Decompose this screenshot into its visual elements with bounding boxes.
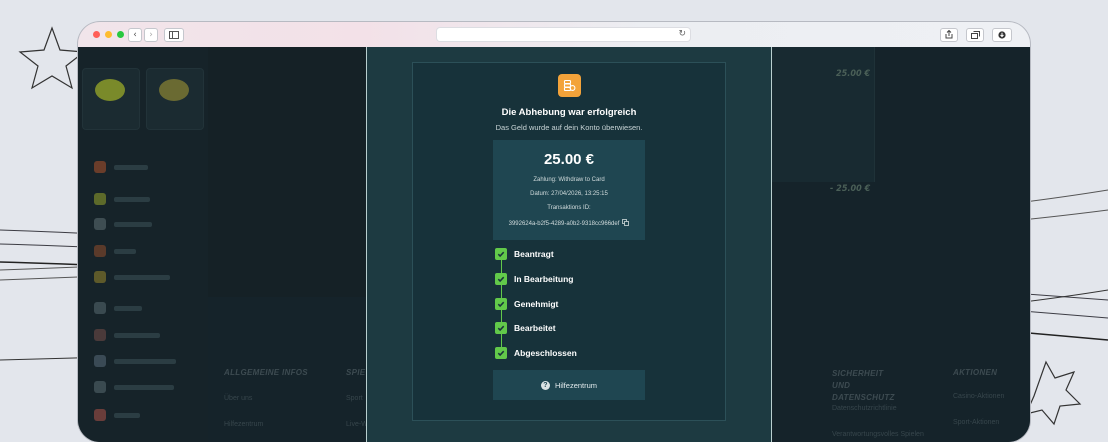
share-icon[interactable]	[940, 28, 958, 42]
chevron-right-icon[interactable]: ›	[144, 28, 158, 42]
help-center-label: Hilfezentrum	[554, 380, 598, 390]
nav-icon	[94, 355, 106, 367]
footer-link[interactable]: Datenschutzrichtlinie	[832, 405, 897, 412]
status-timeline: Beantragt In Bearbeitung Genehmigt Bearb…	[495, 248, 695, 368]
step-label: Bearbeitet	[514, 323, 556, 333]
transaction-id-row: 3992624a-b2f5-4289-a0b2-9318cc966def	[493, 219, 645, 228]
sidebar-icon[interactable]	[164, 28, 184, 42]
chevron-left-icon[interactable]: ‹	[128, 28, 142, 42]
footer-link[interactable]: Sport	[346, 395, 363, 402]
nav-icon	[94, 245, 106, 257]
nav-label	[114, 359, 176, 364]
step-label: Genehmigt	[514, 299, 559, 309]
browser-window: ‹ › ↻ ALLGEMEINE INFOS Über uns Hilfezen…	[78, 22, 1030, 442]
close-window-button[interactable]	[93, 31, 100, 38]
withdrawal-modal-overlay: Die Abhebung war erfolgreich Das Geld wu…	[366, 47, 772, 442]
sidebar-item[interactable]	[78, 349, 208, 373]
minimize-window-button[interactable]	[105, 31, 112, 38]
transaction-amount: 25.00 €	[836, 69, 871, 79]
sidebar-item[interactable]	[78, 403, 208, 427]
sidebar-item[interactable]	[78, 323, 208, 347]
browser-toolbar: ‹ › ↻	[78, 22, 1030, 47]
nav-icon	[94, 271, 106, 283]
nav-label	[114, 275, 170, 280]
footer-link[interactable]: Casino-Aktionen	[953, 393, 1004, 400]
check-icon	[495, 273, 507, 285]
sidebar-item[interactable]	[78, 375, 208, 399]
right-panel: 25.00 € - 25.00 € SICHERHEIT UND DATENSC…	[770, 47, 1030, 442]
nav-label	[114, 222, 152, 227]
nav-icon	[94, 409, 106, 421]
tabs-icon[interactable]	[966, 28, 984, 42]
payment-method: Zahlung: Withdraw to Card	[533, 177, 605, 183]
help-center-button[interactable]: ? Hilfezentrum	[493, 370, 645, 400]
transaction-details-card: 25.00 € Zahlung: Withdraw to Card Datum:…	[493, 140, 645, 240]
address-bar[interactable]: ↻	[437, 28, 690, 41]
withdrawal-success-dialog: Die Abhebung war erfolgreich Das Geld wu…	[412, 62, 726, 421]
footer-column-title: SPIE	[346, 368, 366, 377]
nav-icon	[94, 218, 106, 230]
nav-label	[114, 333, 160, 338]
sidebar	[78, 47, 208, 442]
transaction-amount: - 25.00 €	[830, 184, 871, 194]
dialog-title: Die Abhebung war erfolgreich	[501, 107, 637, 118]
footer-link[interactable]: Hilfezentrum	[224, 421, 263, 428]
step-label: Abgeschlossen	[514, 348, 577, 358]
transaction-card	[770, 47, 875, 182]
sidebar-item[interactable]	[78, 265, 208, 289]
nav-icon	[94, 302, 106, 314]
transaction-id: 3992624a-b2f5-4289-a0b2-9318cc966def	[508, 221, 620, 228]
footer-link[interactable]: Verantwortungsvolles Spielen	[832, 431, 924, 438]
dialog-subtitle: Das Geld wurde auf dein Konto überwiesen…	[495, 123, 643, 132]
footer-link[interactable]: Sport-Aktionen	[953, 419, 999, 426]
nav-label	[114, 385, 174, 390]
footer-left: ALLGEMEINE INFOS Über uns Hilfezentrum S…	[208, 297, 368, 442]
footer-link[interactable]: Über uns	[224, 395, 252, 402]
promo-card-sport[interactable]	[146, 68, 204, 130]
nav-icon	[94, 329, 106, 341]
nav-label	[114, 165, 148, 170]
step-label: Beantragt	[514, 249, 554, 259]
copy-icon[interactable]	[622, 219, 630, 228]
nav-icon	[94, 161, 106, 173]
sidebar-item[interactable]	[78, 212, 208, 236]
check-icon	[495, 298, 507, 310]
nav-icon	[94, 193, 106, 205]
nav-label	[114, 249, 136, 254]
sidebar-item[interactable]	[78, 155, 208, 179]
check-icon	[495, 347, 507, 359]
help-icon: ?	[540, 380, 550, 390]
promo-image	[159, 79, 189, 101]
step-label: In Bearbeitung	[514, 274, 574, 284]
transaction-date: Datum: 27/04/2026, 13:25:15	[530, 191, 608, 197]
nav-label	[114, 306, 142, 311]
star-icon	[18, 26, 86, 90]
download-icon[interactable]	[992, 28, 1012, 42]
nav-label	[114, 197, 150, 202]
nav-icon	[94, 381, 106, 393]
footer-column-title: AKTIONEN	[953, 368, 998, 377]
promo-card-casino[interactable]	[82, 68, 140, 130]
sidebar-item[interactable]	[78, 296, 208, 320]
check-icon	[495, 322, 507, 334]
nav-label	[114, 413, 140, 418]
star-icon	[1024, 360, 1082, 426]
footer-link[interactable]: Live-W	[346, 421, 368, 428]
footer-column-title: SICHERHEIT UND DATENSCHUTZ	[832, 369, 895, 402]
sidebar-item[interactable]	[78, 239, 208, 263]
coins-icon	[558, 74, 581, 97]
promo-image	[95, 79, 125, 101]
web-page: ALLGEMEINE INFOS Über uns Hilfezentrum S…	[78, 47, 1030, 442]
transaction-id-label: Transaktions ID:	[547, 205, 591, 211]
reload-icon[interactable]: ↻	[678, 28, 686, 41]
withdrawal-amount: 25.00 €	[543, 151, 595, 168]
sidebar-item[interactable]	[78, 187, 208, 211]
zoom-window-button[interactable]	[117, 31, 124, 38]
footer-column-title: ALLGEMEINE INFOS	[224, 368, 308, 377]
check-icon	[495, 248, 507, 260]
